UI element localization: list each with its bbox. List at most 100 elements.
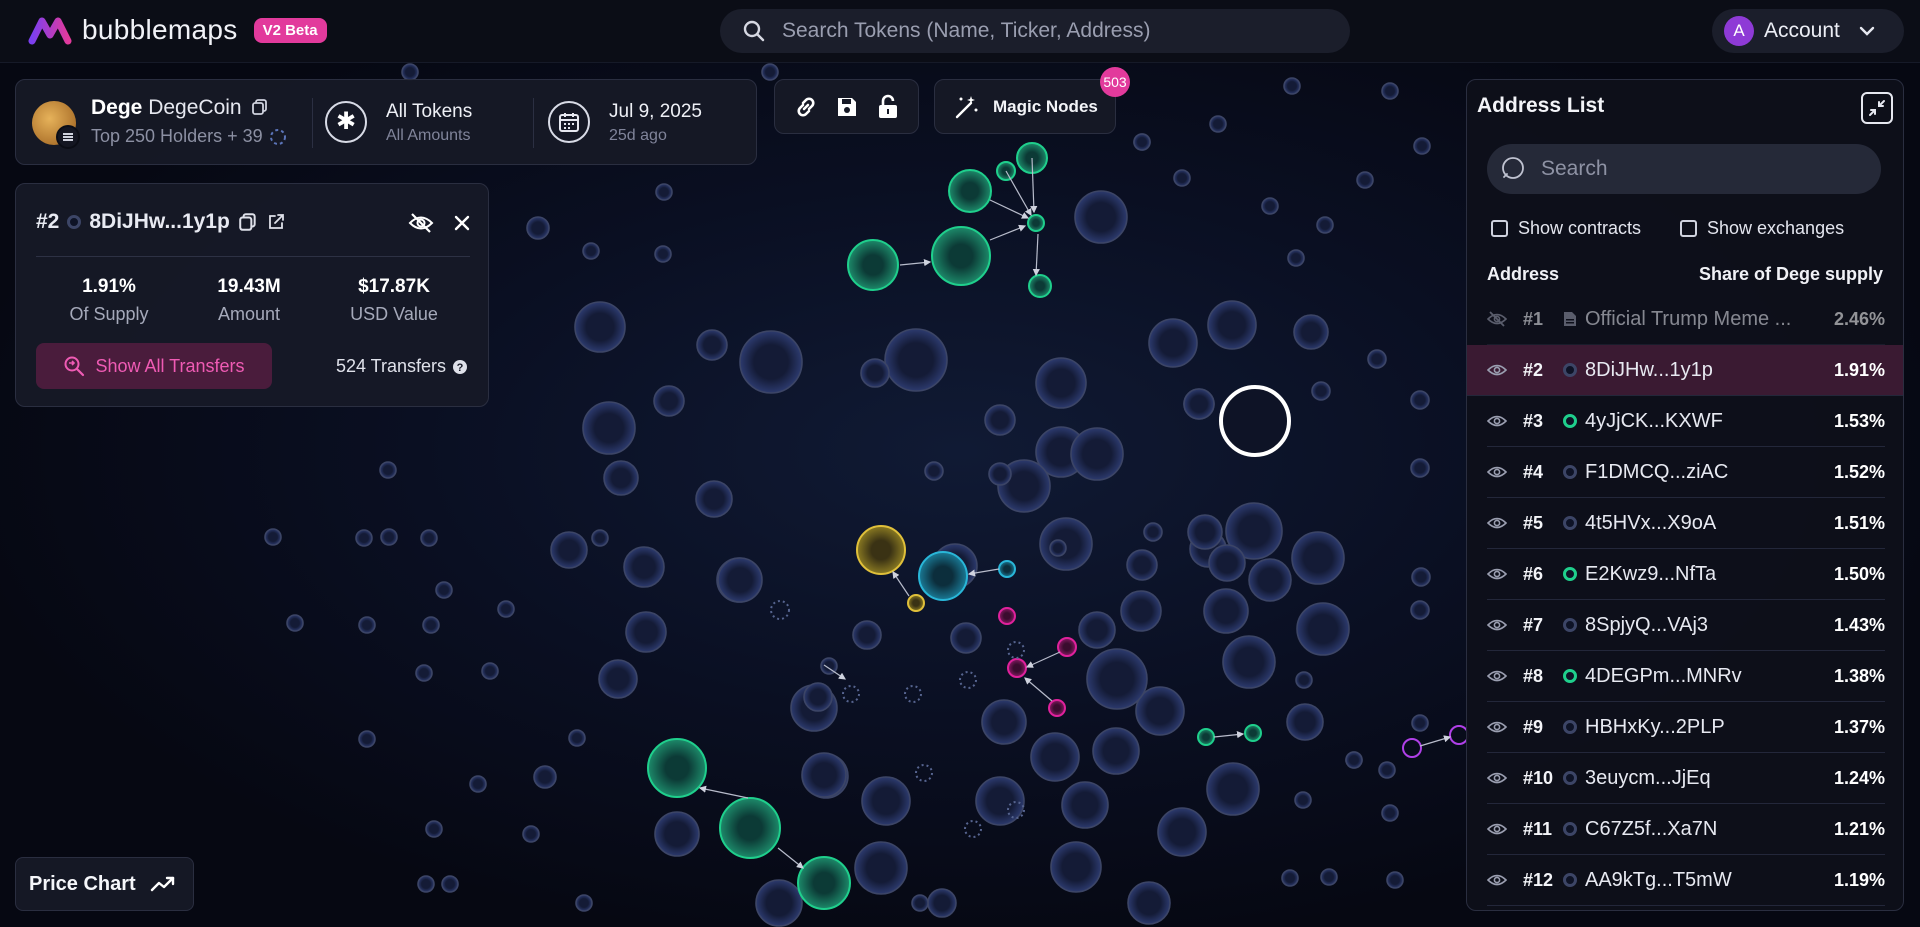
holder-bubble[interactable]	[988, 462, 1012, 486]
holder-bubble[interactable]	[1030, 732, 1080, 782]
address-row[interactable]: #8 4DEGPm...MNRv 1.38%	[1487, 651, 1885, 702]
holder-bubble[interactable]	[761, 63, 779, 81]
eye-icon[interactable]	[1487, 617, 1509, 633]
holder-bubble[interactable]	[603, 460, 639, 496]
address-row[interactable]: #10 3euycm...JjEq 1.24%	[1487, 753, 1885, 804]
holder-bubble[interactable]	[918, 551, 968, 601]
holder-bubble[interactable]	[911, 894, 929, 912]
holder-bubble[interactable]	[1078, 611, 1116, 649]
holder-bubble[interactable]	[401, 63, 419, 81]
holder-bubble[interactable]	[1197, 728, 1215, 746]
eye-icon[interactable]	[1487, 464, 1509, 480]
holder-bubble[interactable]	[1203, 588, 1249, 634]
eye-icon[interactable]	[1487, 719, 1509, 735]
holder-bubble[interactable]	[1286, 703, 1324, 741]
eye-icon[interactable]	[1487, 821, 1509, 837]
holder-bubble[interactable]	[931, 226, 991, 286]
holder-bubble[interactable]	[948, 169, 992, 213]
holder-bubble[interactable]	[653, 385, 685, 417]
eye-off-icon[interactable]	[408, 212, 434, 234]
holder-bubble[interactable]	[1120, 590, 1162, 632]
holder-bubble[interactable]	[582, 242, 600, 260]
holder-bubble[interactable]	[1133, 133, 1151, 151]
holder-bubble[interactable]	[654, 245, 672, 263]
holder-bubble[interactable]	[924, 461, 944, 481]
holder-bubble[interactable]	[998, 607, 1016, 625]
collapse-panel-button[interactable]	[1861, 92, 1893, 124]
checkbox[interactable]	[1491, 220, 1508, 237]
holder-bubble[interactable]	[568, 729, 586, 747]
eye-off-icon[interactable]	[1487, 311, 1509, 327]
holder-bubble[interactable]	[1367, 349, 1387, 369]
holder-bubble[interactable]	[420, 529, 438, 547]
holder-bubble[interactable]	[425, 820, 443, 838]
holder-bubble[interactable]	[1410, 600, 1430, 620]
holder-bubble[interactable]	[1074, 190, 1128, 244]
holder-bubble[interactable]	[441, 875, 459, 893]
holder-bubble[interactable]	[582, 401, 636, 455]
holder-bubble[interactable]	[1007, 658, 1027, 678]
holder-bubble[interactable]	[1143, 522, 1163, 542]
brand[interactable]: bubblemaps V2 Beta	[28, 14, 327, 46]
holder-bubble[interactable]	[717, 557, 763, 603]
holder-bubble[interactable]	[1296, 602, 1350, 656]
save-icon[interactable]	[835, 95, 859, 119]
address-row[interactable]: #12 AA9kTg...T5mW 1.19%	[1487, 855, 1885, 906]
holder-bubble[interactable]	[1127, 881, 1171, 925]
holder-bubble[interactable]	[526, 216, 550, 240]
address-row[interactable]: #7 8SpjyQ...VAj3 1.43%	[1487, 600, 1885, 651]
holder-bubble[interactable]	[719, 797, 781, 859]
holder-bubble[interactable]	[1316, 216, 1334, 234]
holder-bubble[interactable]	[1261, 197, 1279, 215]
holder-bubble[interactable]	[1283, 77, 1301, 95]
holder-bubble[interactable]	[739, 330, 803, 394]
address-row[interactable]: #5 4t5HVx...X9oA 1.51%	[1487, 498, 1885, 549]
holder-bubble[interactable]	[1378, 761, 1396, 779]
holder-bubble[interactable]	[1086, 648, 1148, 710]
holders-filter[interactable]: Top 250 Holders + 39	[91, 126, 287, 147]
holder-bubble[interactable]	[497, 600, 515, 618]
holder-bubble[interactable]	[598, 659, 638, 699]
holder-bubble[interactable]	[264, 528, 282, 546]
holder-bubble[interactable]	[1291, 531, 1345, 585]
holder-bubble[interactable]	[854, 841, 908, 895]
link-icon[interactable]	[793, 94, 819, 120]
selected-holder-bubble[interactable]	[1219, 385, 1291, 457]
holder-bubble[interactable]	[842, 685, 860, 703]
holder-bubble[interactable]	[1281, 869, 1299, 887]
magic-nodes-button[interactable]: Magic Nodes	[934, 79, 1116, 134]
holder-bubble[interactable]	[1049, 539, 1067, 557]
holder-bubble[interactable]	[422, 616, 440, 634]
price-chart-button[interactable]: Price Chart	[15, 857, 194, 911]
holder-bubble[interactable]	[1320, 868, 1338, 886]
show-contracts-checkbox[interactable]: Show contracts	[1491, 218, 1641, 239]
copy-icon[interactable]	[238, 212, 258, 232]
eye-icon[interactable]	[1487, 770, 1509, 786]
holder-bubble[interactable]	[984, 404, 1016, 436]
holder-bubble[interactable]	[1244, 724, 1262, 742]
holder-bubble[interactable]	[1410, 390, 1430, 410]
external-link-icon[interactable]	[266, 212, 286, 232]
eye-icon[interactable]	[1487, 668, 1509, 684]
holder-bubble[interactable]	[415, 664, 433, 682]
holder-bubble[interactable]	[469, 775, 487, 793]
holder-bubble[interactable]	[964, 820, 982, 838]
holder-bubble[interactable]	[1057, 637, 1077, 657]
column-address[interactable]: Address	[1487, 264, 1559, 285]
holder-bubble[interactable]	[1386, 871, 1404, 889]
calendar-icon[interactable]	[548, 101, 590, 143]
show-all-transfers-button[interactable]: Show All Transfers	[36, 343, 272, 389]
holder-bubble[interactable]	[1381, 82, 1399, 100]
holder-bubble[interactable]	[1413, 137, 1431, 155]
address-search-input[interactable]	[1539, 156, 1863, 182]
holder-bubble[interactable]	[998, 560, 1016, 578]
help-icon[interactable]: ?	[452, 359, 468, 375]
holder-bubble[interactable]	[1173, 169, 1191, 187]
holder-bubble[interactable]	[550, 531, 588, 569]
token-search[interactable]	[720, 9, 1350, 53]
address-row[interactable]: #3 4yJjCK...KXWF 1.53%	[1487, 396, 1885, 447]
holder-bubble[interactable]	[435, 581, 453, 599]
holder-bubble[interactable]	[1126, 549, 1158, 581]
holder-bubble[interactable]	[655, 183, 673, 201]
holder-bubble[interactable]	[904, 685, 922, 703]
